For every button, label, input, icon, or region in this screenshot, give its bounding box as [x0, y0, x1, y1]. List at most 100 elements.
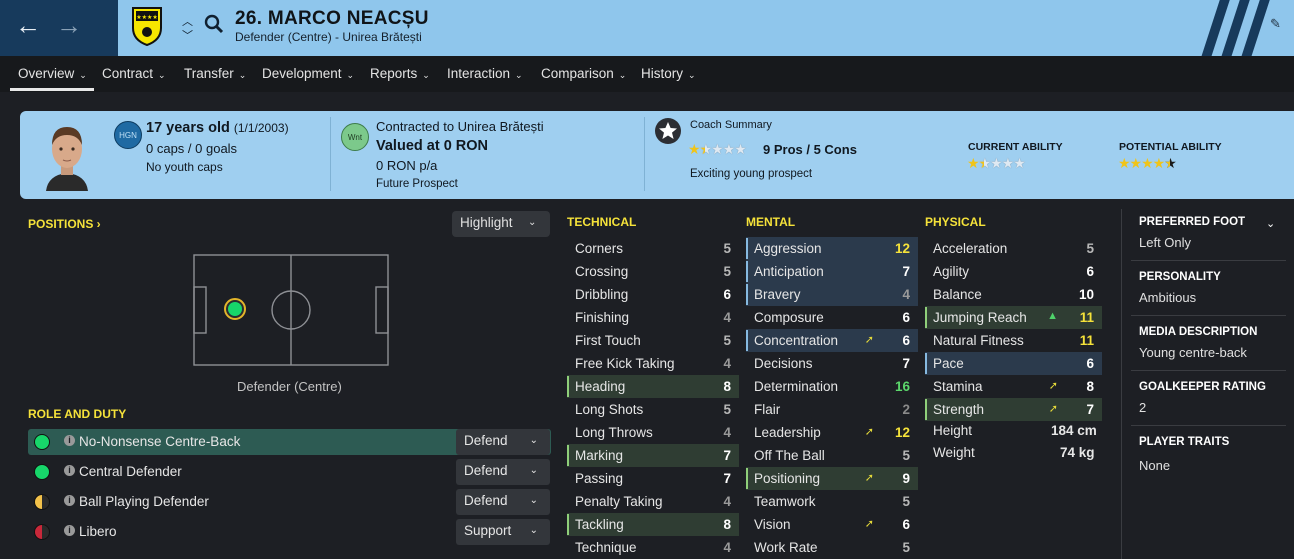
attribute-row[interactable]: Long Shots 5	[567, 398, 739, 421]
role-name: No-Nonsense Centre-Back	[79, 434, 241, 449]
attribute-value: 5	[902, 540, 910, 555]
attribute-value: 6	[1086, 264, 1094, 279]
attribute-row[interactable]: Balance 10	[925, 283, 1102, 306]
tab-development[interactable]: Development ⌄	[262, 66, 354, 81]
potential-ability-label: POTENTIAL ABILITY	[1119, 141, 1222, 153]
attribute-row[interactable]: Dribbling 6	[567, 283, 739, 306]
tab-transfer[interactable]: Transfer ⌄	[184, 66, 246, 81]
attribute-row[interactable]: Decisions 7	[746, 352, 918, 375]
duty-dropdown[interactable]: Defend ⌄	[456, 429, 550, 455]
role-row[interactable]: i No-Nonsense Centre-Back Defend ⌄	[28, 429, 551, 455]
attribute-row[interactable]: Pace 6	[925, 352, 1102, 375]
info-icon[interactable]: i	[64, 465, 75, 476]
positions-label[interactable]: POSITIONS ›	[28, 217, 101, 231]
chevron-down-icon: ⌄	[238, 70, 247, 80]
attribute-row[interactable]: Heading 8	[567, 375, 739, 398]
contract-badge[interactable]: Wnt	[341, 123, 369, 151]
duty-dropdown[interactable]: Defend ⌄	[456, 459, 550, 485]
attribute-row[interactable]: Jumping Reach ▲ 11	[925, 306, 1102, 329]
divider	[1131, 425, 1286, 426]
back-arrow-icon[interactable]: ←	[15, 12, 41, 38]
active-tab-underline	[10, 88, 94, 91]
attribute-name: Crossing	[575, 264, 629, 279]
attribute-row[interactable]: Strength ➚ 7	[925, 398, 1102, 421]
info-icon[interactable]: i	[64, 495, 75, 506]
role-row[interactable]: i Libero Support ⌄	[28, 519, 551, 545]
attribute-row[interactable]: Stamina ➚ 8	[925, 375, 1102, 398]
attribute-row[interactable]: Crossing 5	[567, 260, 739, 283]
tab-history[interactable]: History ⌄	[641, 66, 696, 81]
attribute-row[interactable]: Work Rate 5	[746, 536, 918, 559]
attribute-name: Bravery	[754, 287, 801, 302]
attribute-value: 16	[894, 379, 910, 394]
attribute-name: Anticipation	[754, 264, 824, 279]
attribute-name: Free Kick Taking	[575, 356, 675, 371]
attribute-row[interactable]: First Touch 5	[567, 329, 739, 352]
attribute-row[interactable]: Passing 7	[567, 467, 739, 490]
chevron-down-icon[interactable]: ﹀	[182, 27, 193, 43]
media-description-label: MEDIA DESCRIPTION	[1139, 326, 1258, 338]
coach-star-icon	[655, 118, 681, 144]
chevron-down-icon: ⌄	[529, 495, 538, 506]
summary-panel: HGN 17 years old (1/1/2003) 0 caps / 0 g…	[20, 111, 1294, 199]
attribute-row[interactable]: Free Kick Taking 4	[567, 352, 739, 375]
attribute-name: Acceleration	[933, 241, 1008, 256]
pros-cons[interactable]: 9 Pros / 5 Cons	[763, 142, 857, 157]
attribute-value: 11	[1079, 310, 1094, 325]
attribute-row[interactable]: Agility 6	[925, 260, 1102, 283]
attribute-value: 8	[723, 517, 731, 532]
attribute-row[interactable]: Anticipation 7	[746, 260, 918, 283]
attribute-value: 6	[902, 310, 910, 325]
attribute-row[interactable]: Technique 4	[567, 536, 739, 559]
attribute-row[interactable]: Leadership ➚ 12	[746, 421, 918, 444]
chevron-down-icon[interactable]: ⌄	[1266, 217, 1275, 230]
attribute-row[interactable]: Bravery 4	[746, 283, 918, 306]
info-icon[interactable]: i	[64, 525, 75, 536]
forward-arrow-icon[interactable]: →	[56, 12, 82, 38]
attribute-row[interactable]: Corners 5	[567, 237, 739, 260]
nation-badge[interactable]: HGN	[114, 121, 142, 149]
attribute-row[interactable]: Natural Fitness 11	[925, 329, 1102, 352]
attribute-value: 5	[1086, 241, 1094, 256]
role-row[interactable]: i Ball Playing Defender Defend ⌄	[28, 489, 551, 515]
attribute-row[interactable]: Composure 6	[746, 306, 918, 329]
attribute-row[interactable]: Flair 2	[746, 398, 918, 421]
arrow-up-right-icon: ➚	[864, 426, 874, 438]
club-crest-icon[interactable]: ★★★★	[131, 6, 163, 46]
duty-label: Defend	[464, 433, 508, 448]
duty-dropdown[interactable]: Defend ⌄	[456, 489, 550, 515]
attribute-value: 8	[1086, 379, 1094, 394]
attribute-row[interactable]: Marking 7	[567, 444, 739, 467]
attribute-row[interactable]: Long Throws 4	[567, 421, 739, 444]
highlight-dropdown[interactable]: Highlight ⌄	[452, 211, 550, 237]
role-row[interactable]: i Central Defender Defend ⌄	[28, 459, 551, 485]
attribute-row[interactable]: Acceleration 5	[925, 237, 1102, 260]
attribute-row[interactable]: Concentration ➚ 6	[746, 329, 918, 352]
pitch-diagram	[193, 254, 389, 366]
attribute-name: Tackling	[575, 517, 624, 532]
attribute-row[interactable]: Penalty Taking 4	[567, 490, 739, 513]
duty-dropdown[interactable]: Support ⌄	[456, 519, 550, 545]
attribute-row[interactable]: Aggression 12	[746, 237, 918, 260]
tab-contract[interactable]: Contract ⌄	[102, 66, 166, 81]
attribute-row[interactable]: Tackling 8	[567, 513, 739, 536]
attribute-row[interactable]: Off The Ball 5	[746, 444, 918, 467]
tab-interaction[interactable]: Interaction ⌄	[447, 66, 523, 81]
tab-reports[interactable]: Reports ⌄	[370, 66, 430, 81]
physical-label: PHYSICAL	[925, 215, 986, 229]
edit-pencil-icon[interactable]: ✎	[1270, 16, 1281, 32]
attribute-row[interactable]: Determination 16	[746, 375, 918, 398]
attribute-row[interactable]: Vision ➚ 6	[746, 513, 918, 536]
attribute-row[interactable]: Finishing 4	[567, 306, 739, 329]
chevron-down-icon: ⌄	[79, 70, 87, 80]
search-icon[interactable]	[204, 14, 224, 34]
attribute-row[interactable]: Positioning ➚ 9	[746, 467, 918, 490]
tab-overview[interactable]: Overview ⌄	[18, 66, 87, 81]
attribute-value: 9	[902, 471, 910, 486]
tab-comparison[interactable]: Comparison ⌄	[541, 66, 626, 81]
attribute-value: 2	[902, 402, 910, 417]
info-icon[interactable]: i	[64, 435, 75, 446]
role-name: Libero	[79, 524, 117, 539]
attribute-row[interactable]: Teamwork 5	[746, 490, 918, 513]
arrow-up-icon: ▲	[1047, 310, 1058, 322]
